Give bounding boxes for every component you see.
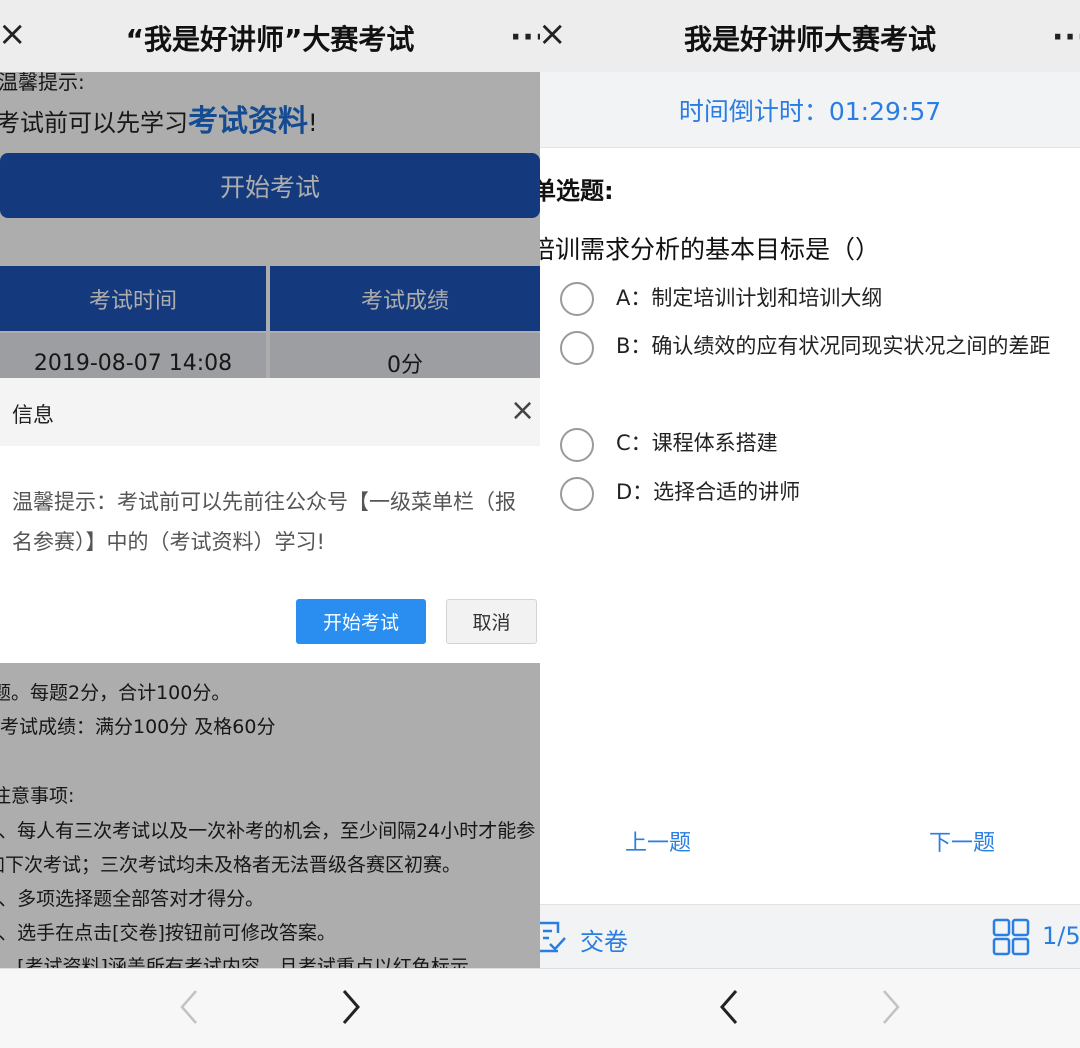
grid-overview-icon[interactable] bbox=[992, 918, 1030, 960]
page-title: 我是好讲师大赛考试 bbox=[683, 23, 936, 56]
info-dialog: 信息 × 温馨提示：考试前可以先前往公众号【一级菜单栏（报名参赛）】中的（考试资… bbox=[0, 378, 540, 663]
left-navbar: × “我是好讲师”大赛考试 ··· bbox=[0, 0, 540, 72]
forward-chevron-icon[interactable] bbox=[880, 987, 904, 1031]
dialog-start-exam-button[interactable]: 开始考试 bbox=[296, 599, 426, 644]
next-question-button[interactable]: 下一题 bbox=[929, 825, 995, 857]
browser-bottom-bar bbox=[540, 968, 1080, 1048]
more-icon[interactable]: ··· bbox=[1052, 20, 1080, 55]
dialog-close-icon[interactable]: × bbox=[510, 396, 535, 426]
question-type: 单选题: bbox=[540, 177, 614, 205]
option-c-label[interactable]: C：课程体系搭建 bbox=[616, 419, 1066, 467]
right-navbar: × 我是好讲师大赛考试 ··· bbox=[540, 0, 1080, 72]
right-screen: × 我是好讲师大赛考试 ··· 时间倒计时：01:29:57 单选题: 培训需求… bbox=[540, 0, 1080, 1048]
left-screen: 温馨提示: 考试前可以先学习考试资料! 开始考试 考试时间 考试成绩 2019-… bbox=[0, 0, 540, 1048]
browser-bottom-bar bbox=[0, 968, 540, 1048]
submit-checklist-icon[interactable] bbox=[540, 919, 568, 959]
page-title: “我是好讲师”大赛考试 bbox=[125, 23, 415, 56]
page-counter: 1/5 bbox=[1042, 922, 1080, 950]
option-d-label[interactable]: D：选择合适的讲师 bbox=[616, 468, 1066, 516]
option-b-radio[interactable] bbox=[560, 331, 594, 365]
forward-chevron-icon[interactable] bbox=[340, 987, 364, 1031]
option-a-radio[interactable] bbox=[560, 282, 594, 316]
question-text: 培训需求分析的基本目标是（） bbox=[540, 235, 881, 264]
prev-question-button[interactable]: 上一题 bbox=[625, 825, 691, 857]
exam-toolbar: 交卷 1/5 bbox=[540, 904, 1080, 969]
dialog-header: 信息 × bbox=[0, 378, 540, 446]
countdown-bar: 时间倒计时：01:29:57 bbox=[540, 72, 1080, 148]
option-a-label[interactable]: A：制定培训计划和培训大纲 bbox=[616, 274, 1066, 322]
dialog-message: 温馨提示：考试前可以先前往公众号【一级菜单栏（报名参赛）】中的（考试资料）学习! bbox=[12, 490, 516, 554]
more-icon[interactable]: ··· bbox=[510, 20, 540, 55]
submit-button[interactable]: 交卷 bbox=[580, 922, 628, 957]
option-b-label[interactable]: B：确认绩效的应有状况同现实状况之间的差距 bbox=[616, 322, 1066, 370]
dialog-cancel-button[interactable]: 取消 bbox=[446, 599, 537, 644]
option-c-radio[interactable] bbox=[560, 428, 594, 462]
dialog-title: 信息 bbox=[12, 403, 54, 427]
option-d-radio[interactable] bbox=[560, 477, 594, 511]
back-chevron-icon[interactable] bbox=[176, 987, 200, 1031]
back-chevron-icon[interactable] bbox=[716, 987, 740, 1031]
countdown-timer: 时间倒计时：01:29:57 bbox=[678, 96, 942, 126]
